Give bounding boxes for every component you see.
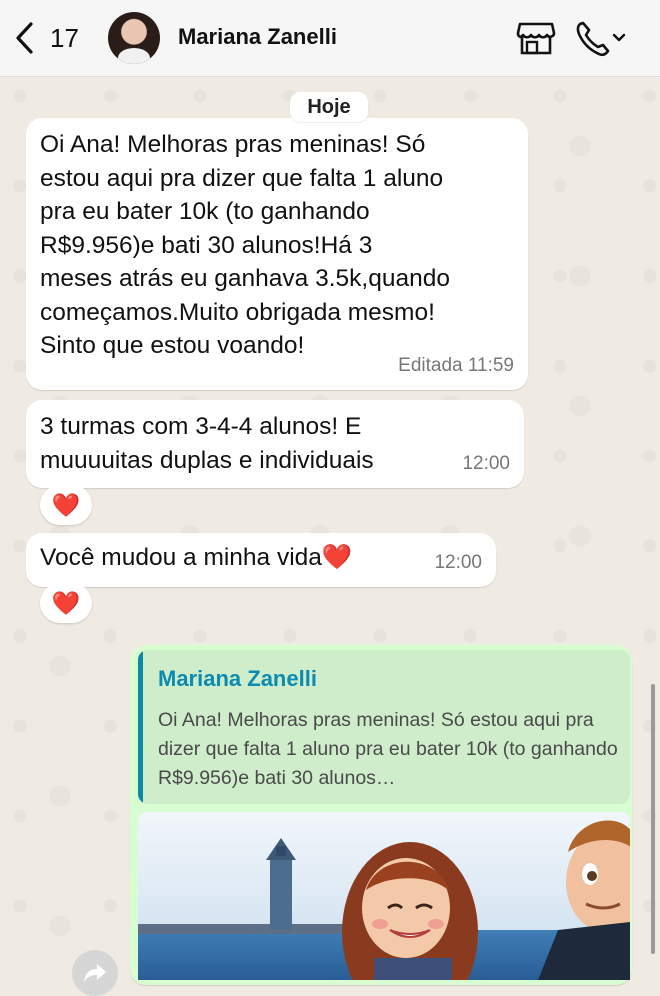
message-text: 3 turmas com 3-4-4 alunos! E muuuuitas d… bbox=[40, 413, 374, 474]
heart-reaction[interactable]: ❤️ bbox=[40, 485, 92, 525]
chevron-left-icon bbox=[16, 22, 33, 54]
incoming-message[interactable]: 3 turmas com 3-4-4 alunos! E muuuuitas d… bbox=[26, 400, 524, 488]
message-meta: 12:00 bbox=[434, 551, 482, 573]
avatar[interactable] bbox=[108, 12, 160, 64]
heart-icon: ❤️ bbox=[51, 491, 81, 518]
chevron-down-icon bbox=[612, 33, 626, 42]
message-meta: Editada 11:59 bbox=[398, 354, 514, 376]
message-text: Você mudou a minha vida❤️ bbox=[40, 544, 353, 571]
quoted-text: Oi Ana! Melhoras pras meninas! Só estou … bbox=[158, 709, 618, 789]
unread-count: 17 bbox=[50, 22, 79, 53]
shared-image[interactable] bbox=[138, 812, 630, 980]
phone-icon[interactable] bbox=[572, 18, 626, 58]
message-meta: 12:00 bbox=[462, 452, 510, 474]
quote-accent-bar bbox=[138, 650, 143, 804]
forward-button[interactable] bbox=[72, 950, 118, 996]
scrollbar[interactable] bbox=[651, 684, 655, 954]
date-chip: Hoje bbox=[290, 92, 368, 122]
share-icon bbox=[84, 964, 106, 982]
incoming-message[interactable]: Oi Ana! Melhoras pras meninas! Só estou … bbox=[26, 118, 528, 390]
store-icon[interactable] bbox=[516, 20, 556, 56]
cartoon-image bbox=[138, 812, 630, 980]
message-text: Oi Ana! Melhoras pras meninas! Só estou … bbox=[40, 131, 450, 359]
incoming-message[interactable]: Você mudou a minha vida❤️ 12:00 bbox=[26, 533, 496, 587]
heart-reaction[interactable]: ❤️ bbox=[40, 583, 92, 623]
contact-name[interactable]: Mariana Zanelli bbox=[178, 24, 337, 50]
heart-icon: ❤️ bbox=[51, 589, 81, 616]
quoted-sender: Mariana Zanelli bbox=[158, 666, 317, 691]
back-button[interactable]: 17 bbox=[14, 18, 79, 58]
chat-header: 17 Mariana Zanelli bbox=[0, 0, 660, 77]
quoted-message[interactable]: Mariana Zanelli Oi Ana! Melhoras pras me… bbox=[138, 650, 630, 804]
